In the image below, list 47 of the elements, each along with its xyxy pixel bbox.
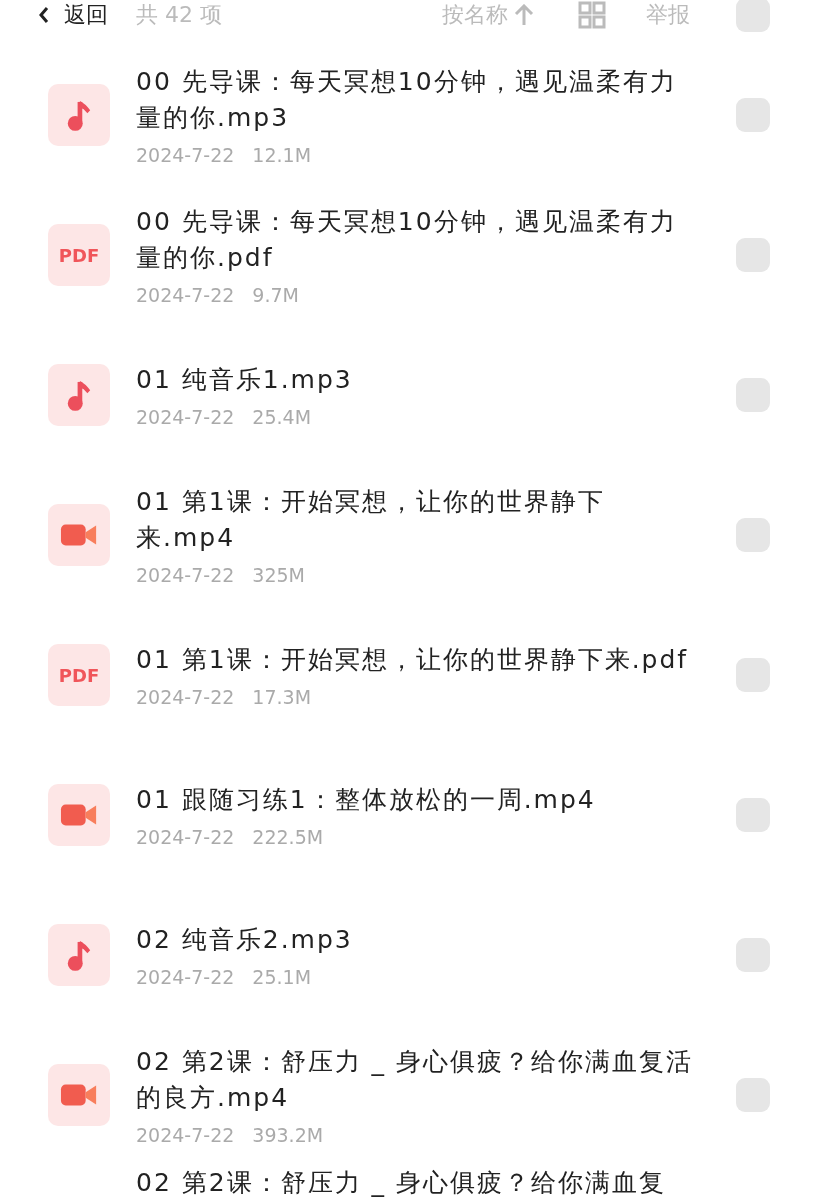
file-date: 2024-7-22 [136,144,235,166]
row-checkbox[interactable] [736,378,770,412]
row-checkbox[interactable] [736,1078,770,1112]
file-date: 2024-7-22 [136,966,235,988]
file-name[interactable]: 01 第1课：开始冥想，让你的世界静下来.mp4 [136,484,696,556]
video-file-icon [48,1064,110,1126]
video-file-icon [48,504,110,566]
file-name[interactable]: 01 第1课：开始冥想，让你的世界静下来.pdf [136,642,696,678]
file-date: 2024-7-22 [136,406,235,428]
file-size: 222.5M [252,826,324,848]
file-size: 9.7M [252,284,299,306]
row-checkbox[interactable] [736,798,770,832]
file-size: 12.1M [252,144,312,166]
file-name[interactable]: 02 第2课：舒压力 _ 身心俱疲？给你满血复活的良方.mp4 [136,1044,696,1116]
video-file-icon [48,784,110,846]
row-checkbox[interactable] [736,938,770,972]
music-file-icon [48,924,110,986]
grid-icon[interactable] [578,1,606,29]
file-name[interactable]: 01 跟随习练1：整体放松的一周.mp4 [136,782,696,818]
file-size: 25.1M [252,966,312,988]
select-all-checkbox[interactable] [736,0,770,32]
file-date: 2024-7-22 [136,826,235,848]
row-checkbox[interactable] [736,238,770,272]
music-file-icon [48,364,110,426]
back-icon[interactable] [38,6,50,24]
file-size: 25.4M [252,406,312,428]
file-name[interactable]: 01 纯音乐1.mp3 [136,362,696,398]
arrow-up-icon[interactable] [514,4,534,26]
file-date: 2024-7-22 [136,686,235,708]
row-checkbox[interactable] [736,518,770,552]
file-name[interactable]: 02 第2课：舒压力 _ 身心俱疲？给你满血复 [136,1165,730,1200]
file-name[interactable]: 00 先导课：每天冥想10分钟，遇见温柔有力量的你.mp3 [136,64,696,136]
file-size: 393.2M [252,1124,324,1146]
back-link[interactable]: 返回 [64,0,108,30]
file-date: 2024-7-22 [136,564,235,586]
file-name[interactable]: 02 纯音乐2.mp3 [136,922,696,958]
file-size: 17.3M [252,686,312,708]
file-size: 325M [252,564,305,586]
item-count: 共 42 项 [136,1,222,29]
pdf-file-icon: PDF [48,644,110,706]
file-date: 2024-7-22 [136,1124,235,1146]
music-file-icon [48,84,110,146]
file-name[interactable]: 00 先导课：每天冥想10分钟，遇见温柔有力量的你.pdf [136,204,696,276]
row-checkbox[interactable] [736,98,770,132]
row-checkbox[interactable] [736,658,770,692]
pdf-file-icon: PDF [48,224,110,286]
file-date: 2024-7-22 [136,284,235,306]
